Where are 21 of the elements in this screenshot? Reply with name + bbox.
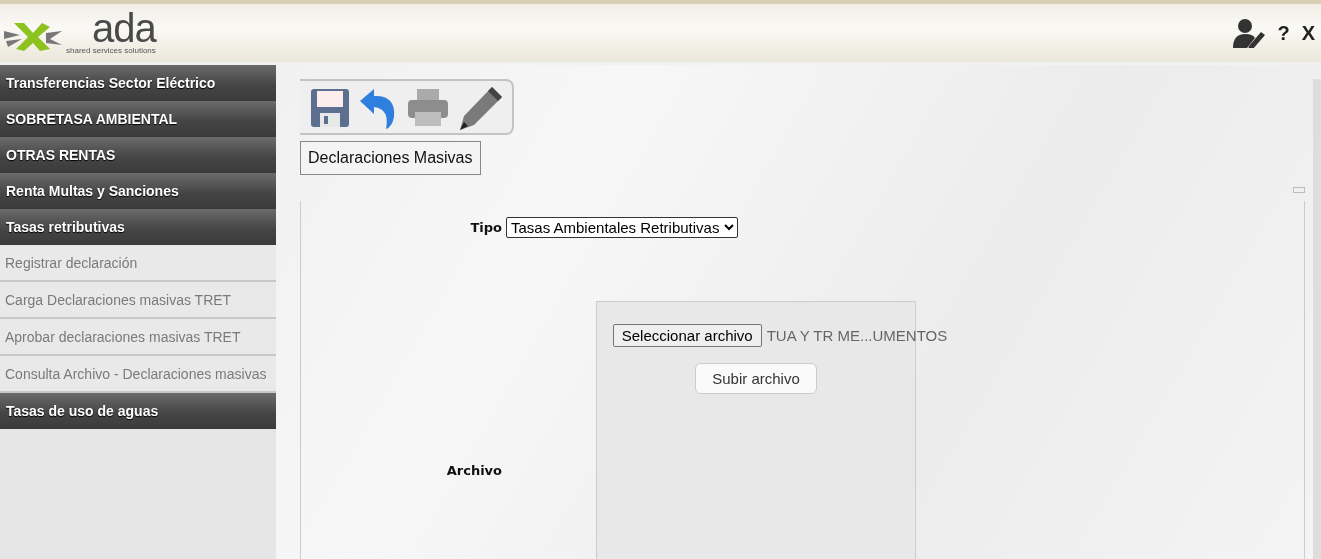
file-name: TUA Y TR ME...UMENTOS [766, 327, 948, 344]
type-dropdown[interactable]: Tasas Ambientales Retributivas [506, 216, 738, 238]
menu-section[interactable]: Transferencias Sector Eléctrico [0, 65, 276, 101]
menu-section[interactable]: OTRAS RENTAS [0, 137, 276, 173]
choose-file-button[interactable]: Seleccionar archivo [612, 324, 762, 347]
user-edit-icon[interactable] [1233, 18, 1266, 48]
page-title: Declaraciones Masivas [300, 141, 481, 175]
toolbar-link[interactable]: X [1301, 21, 1315, 45]
upload-button[interactable]: Subir archivo [695, 363, 817, 394]
menu-section[interactable]: Renta Multas y Sanciones [0, 173, 276, 209]
logo-text: ada [92, 11, 156, 45]
toolbar-link[interactable]: ? [1277, 21, 1290, 45]
logo-tagline: shared services solutions [66, 46, 156, 55]
save-icon[interactable] [310, 88, 350, 128]
field-label: Archivo [446, 462, 503, 478]
menu-section[interactable]: Tasas retributivas [0, 209, 276, 245]
printer-icon[interactable] [406, 88, 450, 128]
field-label: Tipo [470, 218, 503, 235]
pencil-icon[interactable] [458, 85, 504, 131]
menu-section[interactable]: SOBRETASA AMBIENTAL [0, 101, 276, 137]
menu-section[interactable]: Tasas de uso de aguas [0, 393, 276, 429]
